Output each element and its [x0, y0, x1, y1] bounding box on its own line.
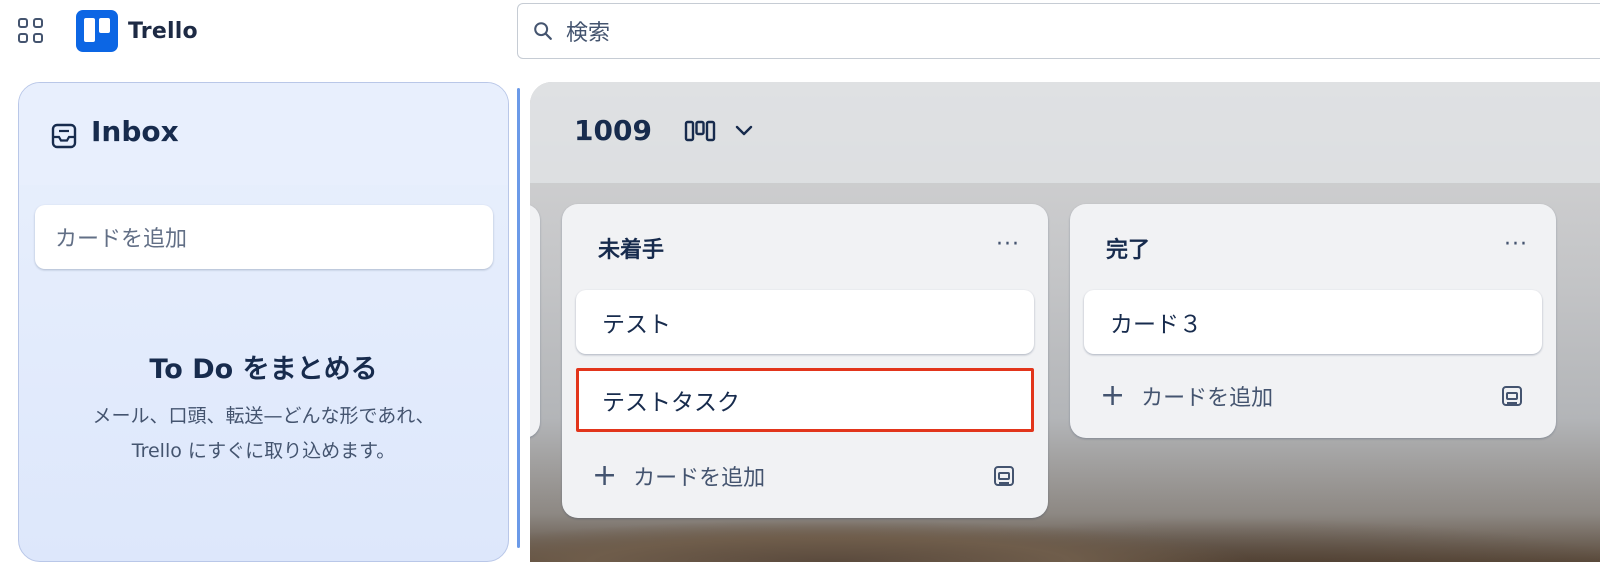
top-navigation-bar: Trello 検索 — [0, 0, 1600, 62]
list-title[interactable]: 未着手 — [598, 232, 664, 264]
plus-icon: + — [1100, 378, 1126, 413]
board-header: 1009 — [530, 82, 1600, 183]
list-title[interactable]: 完了 — [1106, 232, 1150, 264]
trello-logo-icon — [76, 10, 118, 52]
ellipsis-icon[interactable]: ··· — [1504, 232, 1528, 257]
search-placeholder: 検索 — [566, 21, 611, 46]
board-view-icon — [684, 120, 716, 142]
add-card-button[interactable]: + カードを追加 — [592, 460, 765, 492]
inbox-desc-line-1: メール、口頭、転送—どんな形であれ、 — [92, 405, 435, 427]
chevron-down-icon — [735, 125, 753, 136]
inbox-desc-line-2: Trello にすぐに取り込めます。 — [131, 440, 396, 462]
list-mi-chakushu: 未着手 ··· テスト テストタスク + カードを追加 — [562, 204, 1048, 518]
card[interactable]: テスト — [576, 290, 1034, 354]
list-partial — [530, 204, 540, 438]
inbox-icon — [51, 123, 77, 149]
inbox-empty-heading: To Do をまとめる — [149, 354, 378, 385]
apps-grid-icon[interactable] — [18, 18, 46, 46]
inbox-add-card-input[interactable]: カードを追加 — [35, 205, 493, 269]
search-input[interactable]: 検索 — [517, 3, 1600, 59]
trello-home-link[interactable]: Trello — [76, 10, 198, 52]
card-title-editor[interactable]: テストタスク — [576, 368, 1034, 432]
card-template-icon[interactable] — [1500, 384, 1524, 408]
plus-icon: + — [592, 458, 618, 493]
ellipsis-icon[interactable]: ··· — [996, 232, 1020, 257]
board-view-switcher[interactable] — [684, 120, 754, 142]
board-title[interactable]: 1009 — [574, 114, 652, 147]
add-card-label: カードを追加 — [633, 466, 766, 491]
search-icon — [534, 22, 552, 40]
inbox-title: Inbox — [91, 115, 179, 148]
inbox-panel: Inbox カードを追加 To Do をまとめる メール、口頭、転送—どんな形で… — [18, 82, 509, 562]
card[interactable]: カード３ — [1084, 290, 1542, 354]
list-kanryo: 完了 ··· カード３ + カードを追加 — [1070, 204, 1556, 438]
add-card-label: カードを追加 — [1141, 386, 1274, 411]
inbox-header: Inbox — [19, 83, 508, 185]
inbox-empty-description: メール、口頭、転送—どんな形であれ、 Trello にすぐに取り込めます。 — [19, 399, 508, 469]
card-template-icon[interactable] — [992, 464, 1016, 488]
add-card-button[interactable]: + カードを追加 — [1100, 380, 1273, 412]
panel-resize-handle[interactable] — [517, 88, 520, 548]
board-canvas: 1009 未着手 ··· テスト テストタスク + カードを追加 完了 ··· … — [530, 82, 1600, 562]
app-name: Trello — [128, 18, 198, 44]
